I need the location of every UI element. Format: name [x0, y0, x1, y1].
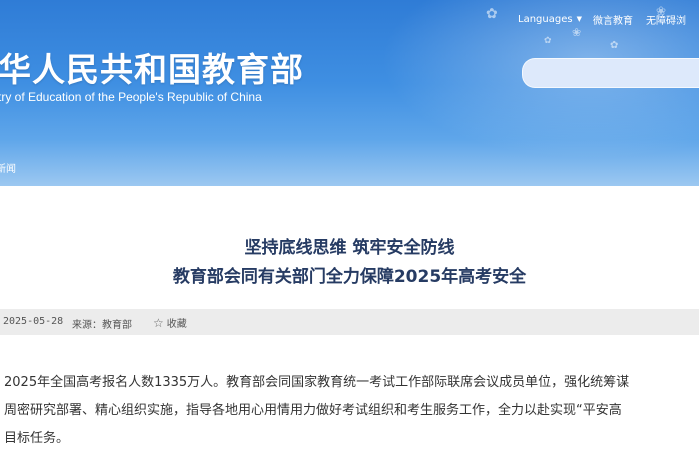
favorite-label: 收藏 [166, 319, 187, 330]
site-subtitle-en: try of Education of the People's Republi… [0, 90, 262, 104]
chevron-down-icon: ▼ [576, 15, 582, 23]
flower-decoration-icon: ✿ [544, 36, 552, 46]
article-meta-bar: 2025-05-28 来源：教育部 ☆ 收藏 [0, 309, 699, 335]
flower-decoration-icon: ✿ [610, 40, 619, 51]
paragraph-line: 目标任务。 [4, 431, 70, 446]
top-links: Languages ▼ 微言教育 无障碍浏 [518, 12, 686, 27]
site-header: ✿ ❀ ✿ ❀ ✿ Languages ▼ 微言教育 无障碍浏 华人民共和国教育… [0, 0, 699, 186]
article-body: 2025年全国高考报名人数1335万人。教育部会同国家教育统一考试工作部际联席会… [4, 369, 699, 453]
article-title-line1: 坚持底线思维 筑牢安全防线 [244, 238, 455, 258]
favorite-button[interactable]: ☆ 收藏 [153, 315, 187, 331]
paragraph-line: 周密研究部署、精心组织实施，指导各地用心用情用力做好考试组织和考生服务工作，全力… [4, 403, 622, 418]
flower-decoration-icon: ✿ [486, 6, 498, 22]
nav-item-news[interactable]: 新闻 [0, 160, 16, 175]
languages-label: Languages [518, 13, 573, 25]
weibo-link[interactable]: 微言教育 [593, 12, 633, 27]
accessibility-link[interactable]: 无障碍浏 [646, 12, 686, 27]
star-icon: ☆ [153, 315, 164, 330]
flower-decoration-icon: ❀ [572, 26, 582, 39]
site-title[interactable]: 华人民共和国教育部 [0, 43, 304, 91]
publish-date: 2025-05-28 [3, 316, 64, 327]
article-title-line2: 教育部会同有关部门全力保障2025年高考安全 [172, 267, 527, 287]
paragraph-line: 2025年全国高考报名人数1335万人。教育部会同国家教育统一考试工作部际联席会… [4, 375, 630, 390]
article-source: 来源：教育部 [72, 320, 132, 331]
languages-dropdown[interactable]: Languages ▼ [518, 14, 582, 25]
search-input[interactable] [522, 58, 699, 88]
